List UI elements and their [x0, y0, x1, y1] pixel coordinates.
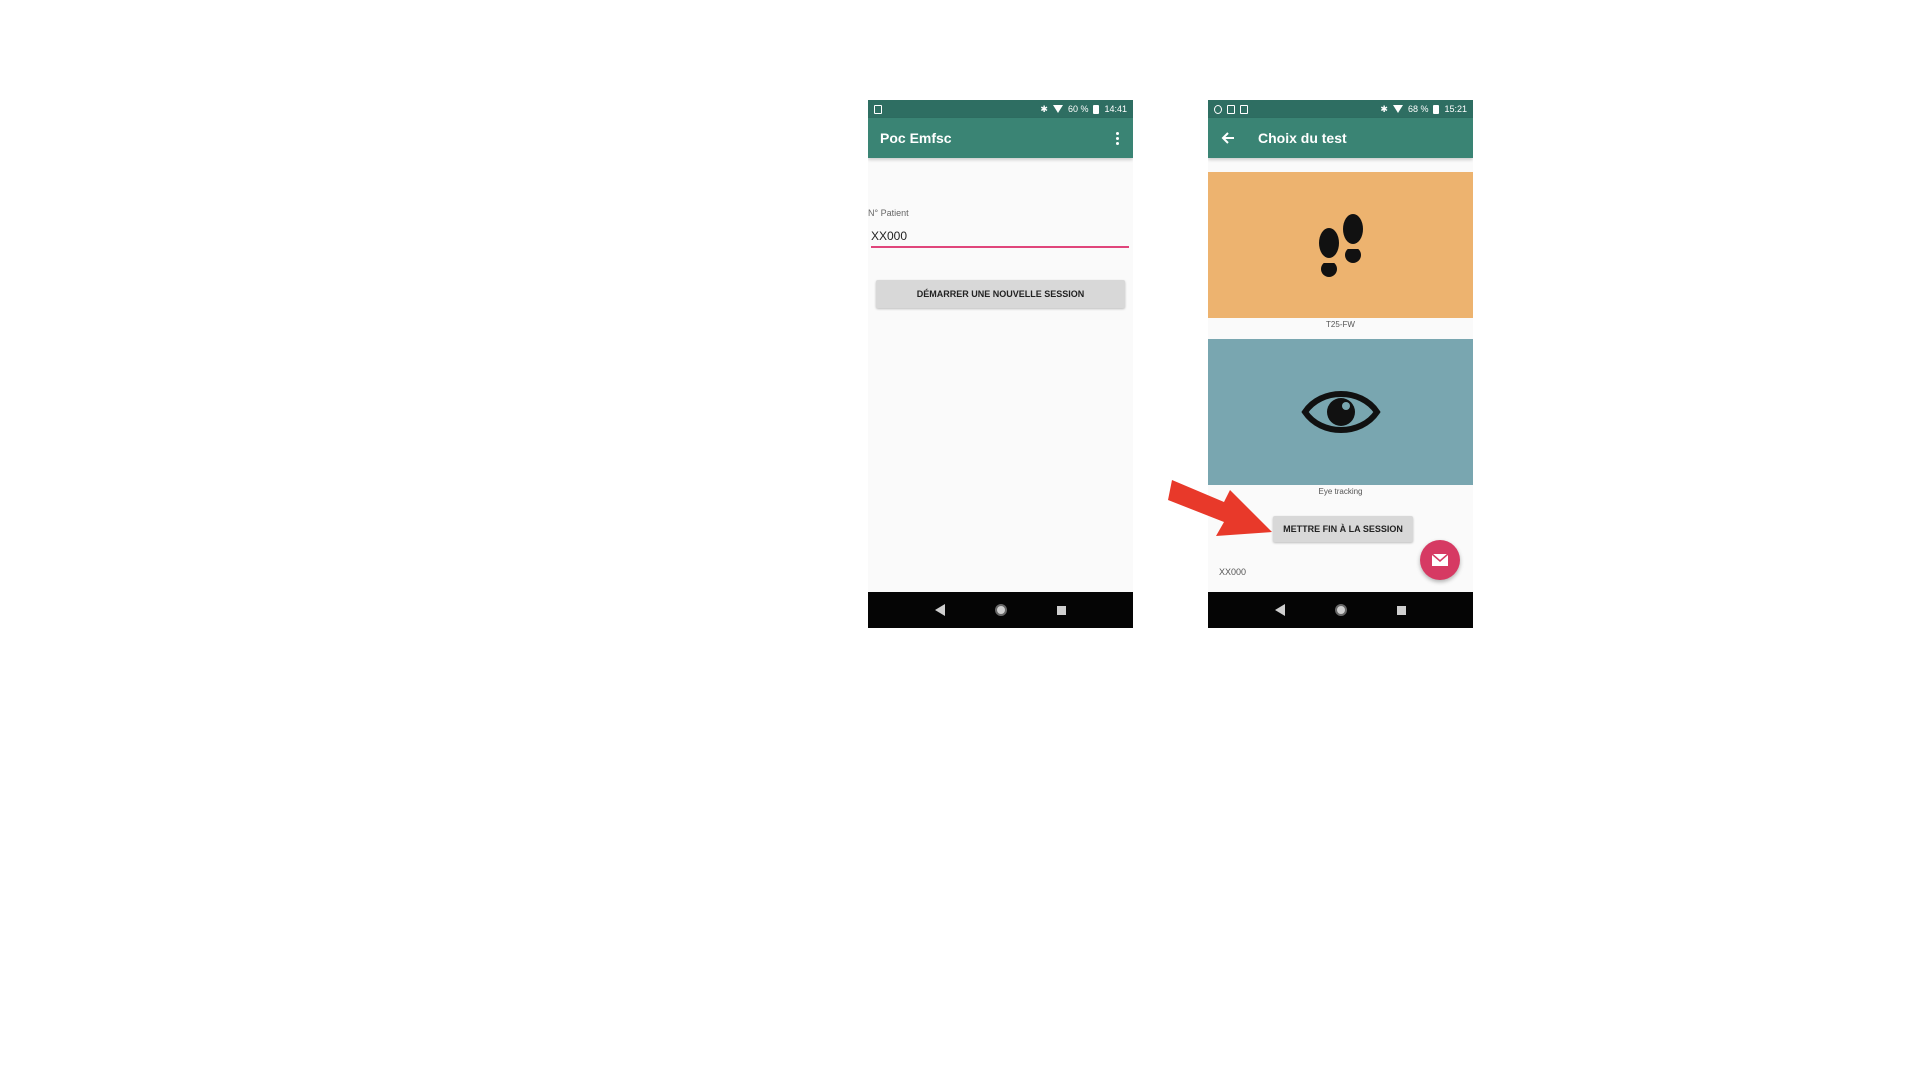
status-bar: ✱ 60 % 14:41 [868, 100, 1133, 118]
mail-fab-button[interactable] [1420, 540, 1460, 580]
phone-storage-icon [1240, 104, 1248, 114]
battery-icon [1093, 104, 1100, 114]
nav-recents-icon[interactable] [1057, 605, 1066, 615]
image-icon [1227, 104, 1235, 114]
bluetooth-icon: ✱ [1380, 103, 1388, 114]
bluetooth-icon: ✱ [1040, 103, 1048, 114]
battery-percent: 68 % [1407, 104, 1429, 114]
sync-icon [1214, 104, 1222, 114]
phone-storage-icon [874, 104, 882, 114]
footprints-icon [1318, 214, 1363, 277]
start-new-session-button[interactable]: DÉMARRER UNE NOUVELLE SESSION [876, 280, 1125, 308]
end-session-button[interactable]: METTRE FIN À LA SESSION [1273, 516, 1413, 542]
app-title: Choix du test [1258, 130, 1347, 146]
phone-screen-start: ✱ 60 % 14:41 Poc Emfsc N° Patient DÉMARR… [868, 100, 1133, 628]
phone-screen-test-choice: ✱ 68 % 15:21 Choix du test T25-FW Eye tr… [1208, 100, 1473, 628]
test-tile-eye-tracking[interactable] [1208, 339, 1473, 485]
status-time: 14:41 [1104, 104, 1127, 114]
battery-icon [1433, 104, 1440, 114]
more-vert-icon[interactable] [1105, 131, 1129, 145]
patient-number-input[interactable] [871, 226, 1129, 248]
nav-back-icon[interactable] [935, 604, 945, 616]
test-caption: T25-FW [1326, 320, 1355, 329]
test-tile-t25fw[interactable] [1208, 172, 1473, 318]
eye-icon [1300, 391, 1381, 433]
red-arrow-annotation [1168, 480, 1272, 536]
system-nav-bar [868, 592, 1133, 628]
patient-number-label: N° Patient [868, 208, 909, 218]
status-bar: ✱ 68 % 15:21 [1208, 100, 1473, 118]
battery-percent: 60 % [1067, 104, 1089, 114]
nav-home-icon[interactable] [995, 604, 1007, 616]
nav-back-icon[interactable] [1275, 604, 1285, 616]
system-nav-bar [1208, 592, 1473, 628]
status-time: 15:21 [1444, 104, 1467, 114]
patient-id-text: XX000 [1219, 567, 1247, 577]
app-title: Poc Emfsc [880, 130, 952, 146]
app-bar: Poc Emfsc [868, 118, 1133, 158]
nav-recents-icon[interactable] [1397, 605, 1406, 615]
nav-home-icon[interactable] [1335, 604, 1347, 616]
app-bar: Choix du test [1208, 118, 1473, 158]
wifi-icon [1052, 105, 1063, 113]
arrow-back-icon[interactable] [1216, 126, 1240, 150]
mail-icon [1431, 553, 1449, 566]
wifi-icon [1392, 105, 1403, 113]
